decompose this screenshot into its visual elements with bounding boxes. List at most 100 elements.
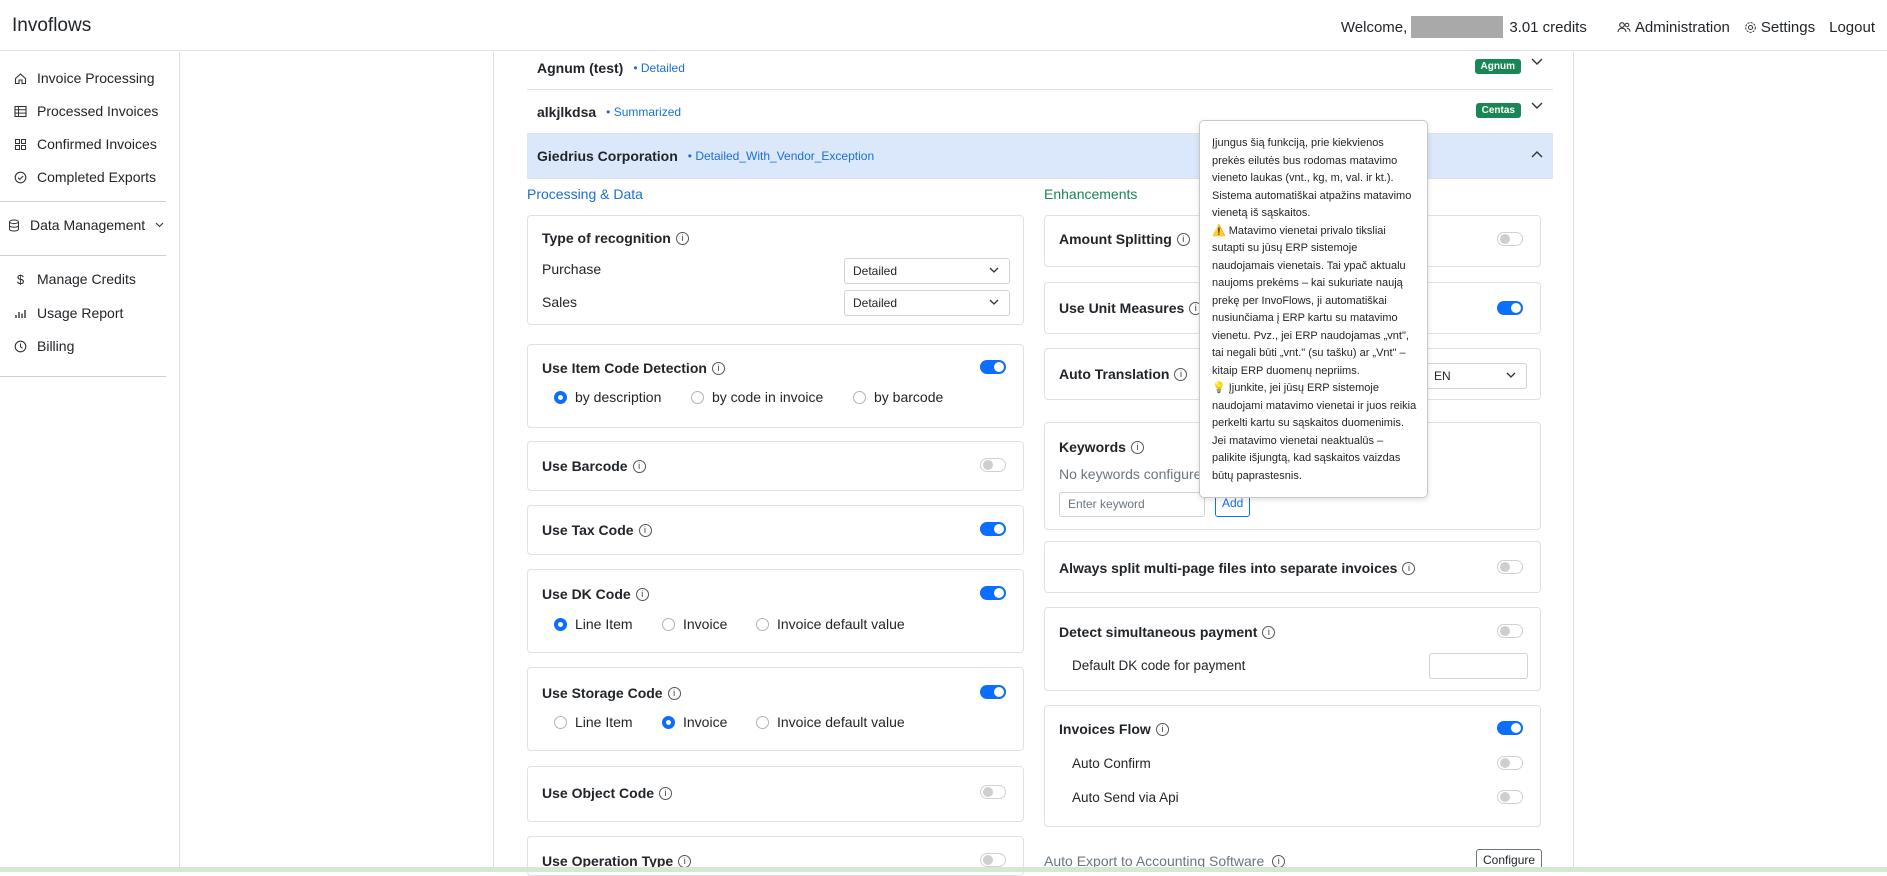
sidebar-item-invoice-processing[interactable]: Invoice Processing [14, 70, 155, 86]
sidebar-divider [0, 376, 166, 377]
info-icon[interactable]: i [678, 854, 692, 868]
company-mode: • Detailed_With_Vendor_Exception [687, 149, 875, 163]
radio-label: Invoice default value [777, 714, 905, 730]
object-code-toggle[interactable] [980, 785, 1006, 799]
auto-send-toggle[interactable] [1497, 790, 1523, 804]
storage-code-toggle[interactable] [980, 685, 1006, 699]
navbar-right: Welcome, 3.01 credits Administration Set… [1341, 16, 1875, 38]
info-icon[interactable]: i [1272, 854, 1286, 868]
purchase-select-value: Detailed [853, 264, 898, 278]
info-icon[interactable]: i [667, 686, 681, 700]
amount-splitting-title-text: Amount Splitting [1059, 231, 1172, 247]
item-code-toggle[interactable] [980, 360, 1006, 374]
radio-by-barcode[interactable]: by barcode [853, 389, 943, 405]
settings-link[interactable]: Settings [1744, 19, 1815, 36]
info-icon[interactable]: i [711, 361, 725, 375]
default-dk-input[interactable] [1429, 653, 1528, 679]
dk-code-title-text: Use DK Code [542, 586, 631, 602]
translation-language-value: EN [1434, 369, 1451, 383]
info-icon[interactable]: i [659, 786, 673, 800]
tooltip-paragraph-1: Įjungus šią funkciją, prie kiekvienos pr… [1212, 137, 1412, 219]
radio-storage-invoice-default[interactable]: Invoice default value [756, 714, 905, 730]
radio-by-description[interactable]: by description [554, 389, 661, 405]
radio-storage-line-item[interactable]: Line Item [554, 714, 633, 730]
operation-type-toggle[interactable] [980, 853, 1006, 867]
barcode-toggle[interactable] [980, 458, 1006, 472]
translation-language-select[interactable]: EN [1425, 363, 1527, 389]
radio-dk-line-item[interactable]: Line Item [554, 616, 633, 632]
chevron-down-icon [1531, 58, 1543, 65]
invoices-flow-toggle[interactable] [1497, 721, 1523, 735]
radio-dk-invoice[interactable]: Invoice [662, 616, 727, 632]
sidebar-item-completed-exports[interactable]: Completed Exports [14, 169, 156, 185]
purchase-select[interactable]: Detailed [844, 258, 1010, 284]
radio-dk-invoice-default[interactable]: Invoice default value [756, 616, 905, 632]
sidebar-item-usage-report[interactable]: Usage Report [14, 305, 123, 321]
radio-storage-invoice[interactable]: Invoice [662, 714, 727, 730]
dollar-icon: $ [16, 271, 25, 287]
info-icon[interactable]: i [1262, 625, 1276, 639]
dk-code-toggle[interactable] [980, 586, 1006, 600]
settings-label: Settings [1760, 18, 1816, 36]
keyword-input[interactable]: Enter keyword [1059, 492, 1205, 517]
invoices-flow-title-text: Invoices Flow [1059, 721, 1151, 737]
keywords-title-text: Keywords [1059, 439, 1126, 455]
info-icon[interactable]: i [638, 523, 652, 537]
barcode-title-text: Use Barcode [542, 458, 628, 474]
amount-splitting-toggle[interactable] [1497, 232, 1523, 246]
sidebar-item-billing[interactable]: Billing [14, 338, 74, 354]
radio-label: Invoice [683, 714, 728, 730]
software-badge: Agnum [1474, 59, 1521, 74]
logout-link[interactable]: Logout [1829, 19, 1875, 36]
auto-confirm-toggle[interactable] [1497, 756, 1523, 770]
grid-icon [15, 138, 26, 150]
info-icon[interactable]: i [1130, 440, 1144, 454]
welcome-text: Welcome, [1340, 18, 1408, 36]
administration-link[interactable]: Administration [1617, 19, 1730, 36]
keywords-title: Keywords i [1059, 439, 1144, 455]
split-pages-title: Always split multi-page files into separ… [1059, 560, 1416, 576]
simultaneous-payment-card: Detect simultaneous payment i Default DK … [1044, 607, 1541, 691]
radio-by-code-in-invoice[interactable]: by code in invoice [691, 389, 823, 405]
split-pages-card: Always split multi-page files into separ… [1044, 541, 1541, 593]
brand-logo[interactable]: Invoflows [12, 15, 91, 37]
info-icon[interactable]: i [675, 231, 689, 245]
invoices-flow-card: Invoices Flow i Auto Confirm Auto Send vi… [1044, 705, 1541, 827]
sidebar-item-label: Confirmed Invoices [37, 136, 157, 152]
info-icon[interactable]: i [1155, 722, 1169, 736]
sales-select[interactable]: Detailed [844, 290, 1010, 316]
info-icon[interactable]: i [635, 587, 649, 601]
tax-code-toggle[interactable] [980, 522, 1006, 536]
unit-measures-toggle[interactable] [1497, 301, 1523, 315]
info-icon[interactable]: i [1174, 367, 1188, 381]
dk-code-card: Use DK Code i Line Item Invoice Invoice d… [527, 569, 1024, 653]
split-pages-title-text: Always split multi-page files into separ… [1059, 560, 1398, 576]
dk-code-title: Use DK Code i [542, 586, 649, 602]
tax-code-title: Use Tax Code i [542, 522, 652, 538]
company-row-agnum[interactable]: Agnum (test) • Detailed Agnum [527, 46, 1553, 90]
radio-label: Line Item [575, 616, 633, 632]
sidebar-item-processed-invoices[interactable]: Processed Invoices [14, 103, 158, 119]
info-icon[interactable]: i [1176, 232, 1190, 246]
sidebar-item-data-management[interactable]: Data Management [8, 217, 174, 233]
software-badge: Centas [1475, 103, 1521, 118]
info-icon[interactable]: i [1402, 561, 1416, 575]
split-pages-toggle[interactable] [1497, 560, 1523, 574]
administration-label: Administration [1634, 18, 1730, 36]
radio-label: by barcode [874, 389, 944, 405]
no-keywords-text: No keywords configured [1059, 466, 1210, 482]
simultaneous-payment-toggle[interactable] [1497, 624, 1523, 638]
sidebar-item-manage-credits[interactable]: $ Manage Credits [14, 271, 136, 287]
chevron-down-icon [1531, 102, 1543, 109]
auto-confirm-label: Auto Confirm [1072, 756, 1151, 771]
sidebar-item-confirmed-invoices[interactable]: Confirmed Invoices [14, 136, 157, 152]
enhancements-title: Enhancements [1044, 186, 1138, 202]
auto-translation-title: Auto Translation i [1059, 366, 1188, 382]
clock-icon [14, 340, 27, 352]
auto-send-label: Auto Send via Api [1072, 790, 1179, 805]
info-icon[interactable]: i [632, 459, 646, 473]
radio-label: by description [575, 389, 662, 405]
chevron-down-icon [155, 222, 164, 228]
sidebar-item-label: Billing [37, 338, 75, 354]
sidebar-divider [0, 255, 166, 256]
